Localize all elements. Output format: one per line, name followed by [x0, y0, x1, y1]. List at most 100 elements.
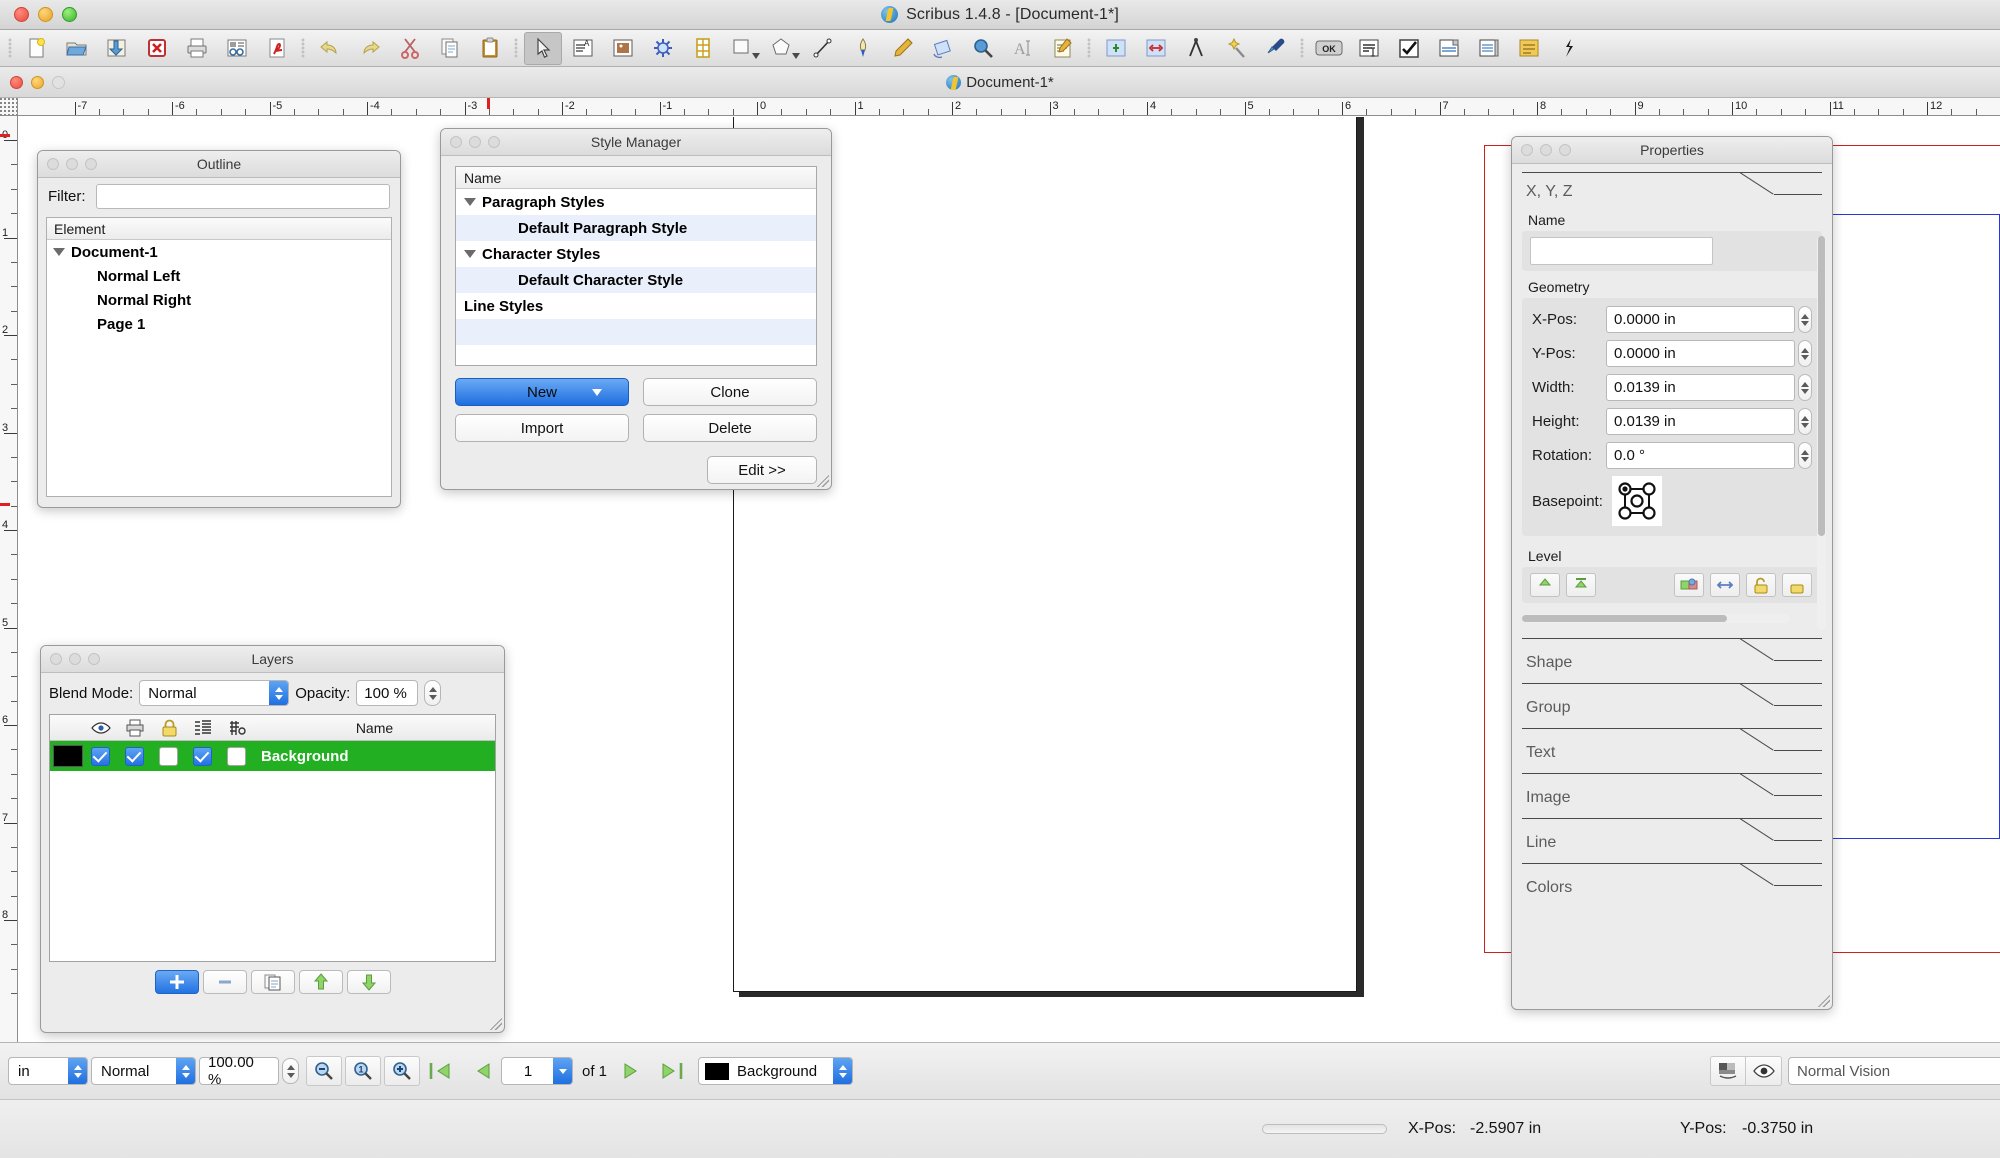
- tab-line[interactable]: Line: [1522, 816, 1822, 855]
- layer-lock-checkbox[interactable]: [158, 746, 178, 766]
- main-toolbar[interactable]: A A OK: [0, 30, 2000, 67]
- layers-panel[interactable]: Layers Blend Mode: Normal Opacity: 100 %: [40, 645, 505, 1033]
- outline-tree-row[interactable]: Normal Left: [47, 264, 391, 288]
- new-style-dropdown-caret-icon[interactable]: [592, 388, 602, 396]
- link-text-frames-button[interactable]: [1097, 32, 1135, 65]
- expand-triangle-icon[interactable]: [464, 250, 476, 258]
- insert-polygon-button[interactable]: [764, 32, 802, 65]
- edit-contents-button[interactable]: A: [1004, 32, 1042, 65]
- layer-text-flow-checkbox[interactable]: [192, 746, 212, 766]
- edit-style-button[interactable]: Edit >>: [707, 456, 817, 484]
- page-number-select[interactable]: 1: [501, 1057, 573, 1085]
- layer-print-checkbox-cell[interactable]: [117, 746, 151, 766]
- zoom-tool-button[interactable]: [964, 32, 1002, 65]
- layers-table[interactable]: Name Background: [49, 714, 496, 962]
- opacity-stepper[interactable]: [424, 680, 442, 706]
- toolbar-grip-file[interactable]: [6, 35, 15, 61]
- add-layer-button[interactable]: [154, 970, 199, 994]
- geometry-stepper[interactable]: [1798, 306, 1812, 333]
- vertical-ruler[interactable]: 012345678: [0, 98, 18, 1042]
- story-editor-button[interactable]: [1044, 32, 1082, 65]
- insert-render-frame-button[interactable]: [644, 32, 682, 65]
- ruler-origin-corner[interactable]: [0, 98, 18, 116]
- layer-visible-checkbox[interactable]: [90, 746, 110, 766]
- pdf-link-annotation-button[interactable]: [1550, 32, 1588, 65]
- paste-button[interactable]: [471, 32, 509, 65]
- toolbar-grip-links[interactable]: [1085, 35, 1094, 61]
- layer-text-flow-checkbox-cell[interactable]: [185, 746, 219, 766]
- cut-button[interactable]: [391, 32, 429, 65]
- remove-layer-button[interactable]: [202, 970, 247, 994]
- raise-layer-button[interactable]: [298, 970, 343, 994]
- style-list-row[interactable]: [456, 319, 816, 345]
- geometry-stepper[interactable]: [1798, 442, 1812, 469]
- save-document-button[interactable]: [98, 32, 136, 65]
- unit-select[interactable]: in: [8, 1057, 88, 1085]
- pdf-combo-box-button[interactable]: [1430, 32, 1468, 65]
- style-list[interactable]: Name Paragraph Styles Default Paragraph S…: [455, 166, 817, 366]
- previous-page-button[interactable]: [462, 1056, 498, 1086]
- geometry-input[interactable]: 0.0 °: [1606, 442, 1795, 469]
- raise-to-top-button[interactable]: [1566, 573, 1596, 597]
- toolbar-grip-tools[interactable]: [512, 35, 521, 61]
- insert-bezier-curve-button[interactable]: [844, 32, 882, 65]
- preview-mode-chevron-icon[interactable]: [176, 1058, 195, 1084]
- geometry-stepper[interactable]: [1798, 374, 1812, 401]
- page-number-chevron-icon[interactable]: [553, 1058, 572, 1084]
- zoom-stepper[interactable]: [282, 1058, 299, 1084]
- duplicate-layer-button[interactable]: [250, 970, 295, 994]
- shape-dropdown-caret-icon[interactable]: [752, 52, 760, 59]
- pdf-check-box-button[interactable]: [1390, 32, 1428, 65]
- item-name-input[interactable]: [1530, 237, 1713, 265]
- eye-dropper-button[interactable]: [1257, 32, 1295, 65]
- unlink-text-frames-button[interactable]: [1137, 32, 1175, 65]
- rotate-item-button[interactable]: [924, 32, 962, 65]
- tab-image[interactable]: Image: [1522, 771, 1822, 810]
- style-list-row[interactable]: Default Paragraph Style: [456, 215, 816, 241]
- active-layer-select[interactable]: Background: [698, 1057, 854, 1085]
- geometry-stepper[interactable]: [1798, 408, 1812, 435]
- lock-item-button[interactable]: [1746, 573, 1776, 597]
- layer-outline-checkbox[interactable]: [226, 746, 246, 766]
- zoom-100-button[interactable]: 1: [345, 1056, 381, 1086]
- properties-vertical-scrollbar[interactable]: [1817, 236, 1826, 630]
- pdf-push-button[interactable]: OK: [1310, 32, 1348, 65]
- print-document-button[interactable]: [178, 32, 216, 65]
- polygon-dropdown-caret-icon[interactable]: [792, 52, 800, 59]
- preview-toggle-button[interactable]: [1746, 1056, 1782, 1086]
- outline-tree-row[interactable]: Page 1: [47, 312, 391, 336]
- zoom-level-input[interactable]: 100.00 %: [199, 1054, 279, 1088]
- tab-group[interactable]: Group: [1522, 681, 1822, 720]
- tab-colors[interactable]: Colors: [1522, 861, 1822, 900]
- tab-shape[interactable]: Shape: [1522, 636, 1822, 675]
- zoom-in-button[interactable]: [384, 1056, 420, 1086]
- outline-tree-row[interactable]: Normal Right: [47, 288, 391, 312]
- style-manager-dialog[interactable]: Style Manager Name Paragraph Styles Defau…: [440, 128, 832, 490]
- style-list-row[interactable]: Default Character Style: [456, 267, 816, 293]
- style-list-row[interactable]: Line Styles: [456, 293, 816, 319]
- delete-style-button[interactable]: Delete: [643, 414, 817, 442]
- export-pdf-button[interactable]: [258, 32, 296, 65]
- outline-tree[interactable]: Element Document-1 Normal Left Normal Righ…: [46, 217, 392, 497]
- new-style-button[interactable]: New: [455, 378, 629, 406]
- geometry-input[interactable]: 0.0139 in: [1606, 374, 1795, 401]
- outline-tree-row[interactable]: Document-1: [47, 240, 391, 264]
- insert-line-button[interactable]: [804, 32, 842, 65]
- blend-mode-select[interactable]: Normal: [139, 680, 290, 706]
- last-page-button[interactable]: [655, 1056, 691, 1086]
- flip-vertical-button[interactable]: [1710, 573, 1740, 597]
- first-page-button[interactable]: [423, 1056, 459, 1086]
- properties-horizontal-scrollbar[interactable]: [1522, 614, 1790, 623]
- style-list-row[interactable]: Paragraph Styles: [456, 189, 816, 215]
- preview-mode-select[interactable]: Normal: [91, 1057, 196, 1085]
- layer-name-label[interactable]: Background: [253, 748, 495, 765]
- undo-button[interactable]: [311, 32, 349, 65]
- expand-triangle-icon[interactable]: [464, 198, 476, 206]
- close-document-button[interactable]: [138, 32, 176, 65]
- style-manager-resize-grip[interactable]: [817, 475, 829, 487]
- layer-color-swatch[interactable]: [53, 745, 83, 767]
- select-item-button[interactable]: [524, 31, 562, 65]
- progress-slider[interactable]: [1262, 1124, 1387, 1134]
- outline-panel[interactable]: Outline Filter: Element Document-1 Normal…: [37, 150, 401, 508]
- blend-mode-chevron-icon[interactable]: [269, 681, 289, 705]
